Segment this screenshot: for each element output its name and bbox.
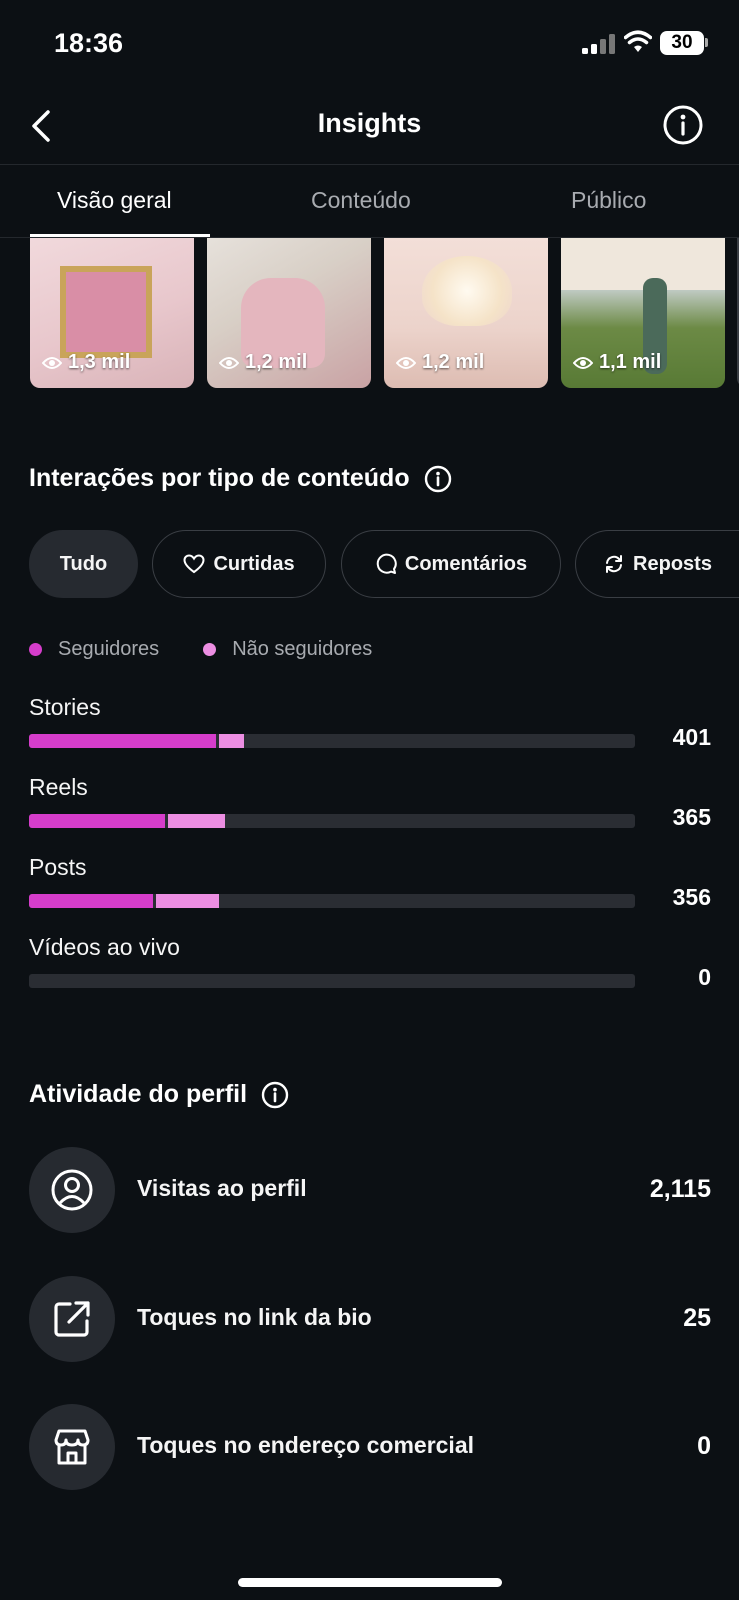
interaction-filter-chips: Tudo Curtidas Comentários Reposts xyxy=(29,530,739,598)
repost-icon xyxy=(606,555,623,573)
chart-legend: Seguidores Não seguidores xyxy=(29,638,372,661)
thumbnail-views: 1,1 mil xyxy=(573,351,661,374)
info-icon[interactable] xyxy=(261,1081,289,1109)
bar-value: 356 xyxy=(672,884,711,910)
bar-track xyxy=(29,974,635,988)
heart-icon xyxy=(183,554,205,574)
filter-chip-reposts[interactable]: Reposts xyxy=(575,530,739,598)
info-icon[interactable] xyxy=(424,465,452,493)
storefront-icon xyxy=(54,1429,90,1465)
views-count: 1,1 mil xyxy=(599,351,662,373)
bar-label: Stories xyxy=(29,694,101,720)
activity-label: Toques no link da bio xyxy=(137,1304,372,1330)
activity-icon-circle xyxy=(29,1404,115,1490)
profile-icon xyxy=(51,1169,93,1211)
content-thumbnail[interactable]: 1,2 mil xyxy=(207,238,371,388)
bar-value: 401 xyxy=(672,724,711,750)
tab-bar: Visão geral Conteúdo Público xyxy=(0,164,739,238)
activity-icon-circle xyxy=(29,1276,115,1362)
bar-row-posts: Posts 356 xyxy=(29,854,711,934)
content-thumbnail[interactable]: 1,3 mil xyxy=(30,238,194,388)
external-link-icon xyxy=(54,1301,90,1337)
tab-content[interactable]: Conteúdo xyxy=(311,187,411,214)
legend-dot-non-followers xyxy=(203,643,217,656)
thumbnail-views: 1,3 mil xyxy=(42,351,130,374)
activity-row-bio-link-taps[interactable]: Toques no link da bio 25 xyxy=(29,1276,711,1362)
activity-value: 0 xyxy=(697,1432,711,1460)
eye-icon xyxy=(219,356,239,369)
bar-label: Vídeos ao vivo xyxy=(29,934,180,960)
status-bar: 18:36 30 xyxy=(0,0,739,90)
thumbnail-views: 1,2 mil xyxy=(396,351,484,374)
content-thumbnail[interactable]: 1,2 mil xyxy=(384,238,548,388)
legend-followers: Seguidores xyxy=(29,638,159,661)
info-icon[interactable] xyxy=(662,104,704,146)
filter-chip-likes[interactable]: Curtidas xyxy=(152,530,326,598)
bar-track xyxy=(29,894,635,908)
bar-segment-followers xyxy=(29,894,153,908)
bar-segment-non-followers xyxy=(156,894,219,908)
thumbnail-frame xyxy=(60,266,152,358)
top-content-carousel: 1,3 mil 1,2 mil 1,2 mil 1,1 mil xyxy=(0,238,739,390)
thumbnail-house xyxy=(561,238,725,290)
tab-audience[interactable]: Público xyxy=(571,187,646,214)
chip-label: Tudo xyxy=(59,552,108,575)
legend-dot-followers xyxy=(29,643,42,656)
interactions-section-title: Interações por tipo de conteúdo xyxy=(29,464,452,493)
legend-label-non-followers: Não seguidores xyxy=(232,638,373,660)
activity-value: 25 xyxy=(683,1304,711,1332)
bar-row-live-videos: Vídeos ao vivo 0 xyxy=(29,934,711,1014)
activity-value: 2,115 xyxy=(649,1175,711,1203)
battery-cap xyxy=(705,38,708,47)
bar-label: Reels xyxy=(29,774,88,800)
activity-row-profile-visits[interactable]: Visitas ao perfil 2,115 xyxy=(29,1147,711,1233)
profile-activity-section-title: Atividade do perfil xyxy=(29,1080,289,1109)
thumbnail-views: 1,2 mil xyxy=(219,351,307,374)
chip-label: Reposts xyxy=(633,552,712,575)
status-time: 18:36 xyxy=(54,28,124,58)
chip-label: Comentários xyxy=(404,552,528,575)
views-count: 1,2 mil xyxy=(245,351,308,373)
bar-row-stories: Stories 401 xyxy=(29,694,711,774)
wifi-icon xyxy=(624,30,652,52)
bar-track xyxy=(29,814,635,828)
views-count: 1,2 mil xyxy=(422,351,485,373)
bar-label: Posts xyxy=(29,854,87,880)
filter-chip-comments[interactable]: Comentários xyxy=(341,530,561,598)
battery-level: 30 xyxy=(660,31,704,55)
content-thumbnail[interactable]: 1,1 mil xyxy=(561,238,725,388)
cellular-signal-icon xyxy=(582,34,618,54)
profile-activity-title: Atividade do perfil xyxy=(29,1080,248,1108)
activity-label: Toques no endereço comercial xyxy=(137,1432,475,1458)
filter-chip-all[interactable]: Tudo xyxy=(29,530,138,598)
bar-segment-non-followers xyxy=(168,814,225,828)
page-title: Insights xyxy=(317,108,422,138)
activity-label: Visitas ao perfil xyxy=(137,1175,307,1201)
bar-segment-followers xyxy=(29,814,165,828)
chip-label: Curtidas xyxy=(213,552,295,575)
eye-icon xyxy=(396,356,416,369)
comment-icon xyxy=(376,553,397,574)
bar-value: 365 xyxy=(672,804,711,830)
bar-row-reels: Reels 365 xyxy=(29,774,711,854)
bar-track xyxy=(29,734,635,748)
legend-label-followers: Seguidores xyxy=(58,638,160,660)
views-count: 1,3 mil xyxy=(68,351,131,373)
header: Insights xyxy=(0,90,739,164)
thumbnail-chandelier xyxy=(422,256,512,326)
interactions-title: Interações por tipo de conteúdo xyxy=(29,464,410,492)
bar-value: 0 xyxy=(698,964,711,990)
eye-icon xyxy=(42,356,62,369)
bar-segment-non-followers xyxy=(219,734,244,748)
legend-non-followers: Não seguidores xyxy=(203,638,372,661)
home-indicator[interactable] xyxy=(238,1578,502,1587)
activity-icon-circle xyxy=(29,1147,115,1233)
eye-icon xyxy=(573,356,593,369)
activity-row-business-address-taps[interactable]: Toques no endereço comercial 0 xyxy=(29,1404,711,1490)
tab-indicator xyxy=(30,234,210,237)
tab-overview[interactable]: Visão geral xyxy=(57,187,172,214)
bar-segment-followers xyxy=(29,734,216,748)
